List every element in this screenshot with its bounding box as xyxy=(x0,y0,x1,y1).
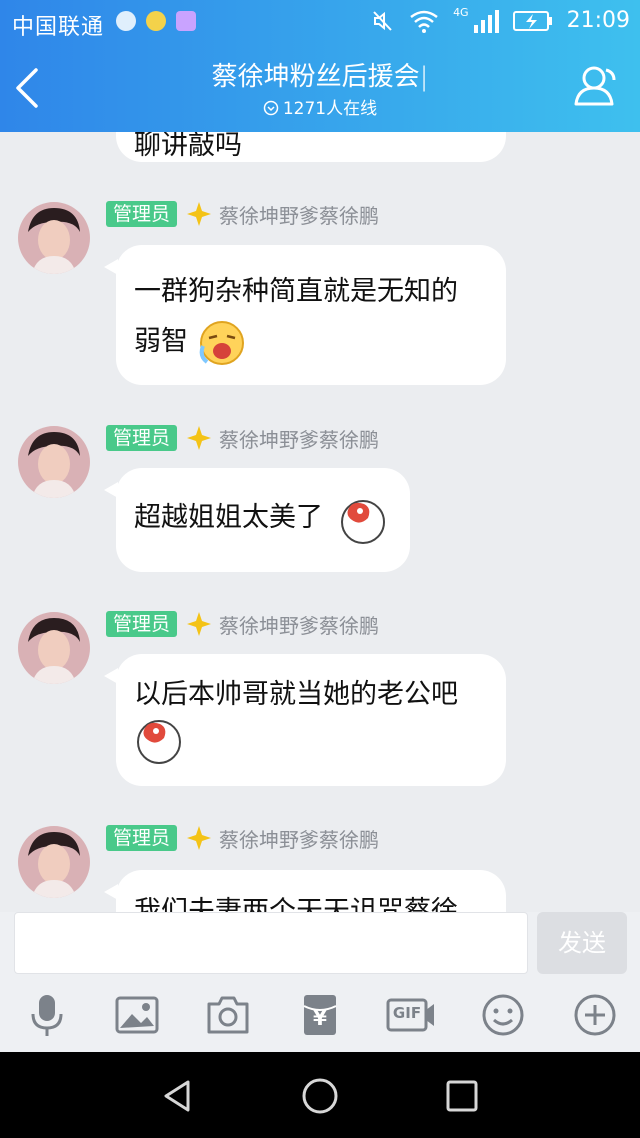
admin-badge: 管理员 xyxy=(106,611,178,637)
message-bubble[interactable]: 一群狗杂种简直就是无知的 弱智 xyxy=(104,245,506,385)
game-app-icon xyxy=(146,11,166,31)
sender-meta: 管理员 蔡徐坤野爹蔡徐鹏 xyxy=(106,424,379,452)
message-input[interactable] xyxy=(14,912,528,974)
group-title: 蔡徐坤粉丝后援会| xyxy=(211,62,429,92)
image-icon[interactable] xyxy=(114,992,160,1038)
group-members-button[interactable] xyxy=(572,64,620,108)
composer-toolbar: ¥ GIF xyxy=(0,992,640,1042)
back-nav-icon[interactable] xyxy=(158,1076,198,1116)
send-button[interactable]: 发送 xyxy=(537,912,627,974)
message-bubble[interactable]: 以后本帅哥就当她的老公吧 xyxy=(104,654,506,786)
sender-meta: 管理员 蔡徐坤野爹蔡徐鹏 xyxy=(106,200,379,228)
red-packet-icon[interactable]: ¥ xyxy=(297,992,343,1038)
status-bar: 中国联通 4G 21:09 xyxy=(0,0,640,44)
star-icon xyxy=(187,612,212,636)
online-count: 1271人在线 xyxy=(0,94,640,119)
microphone-icon[interactable] xyxy=(24,992,70,1038)
sender-name: 蔡徐坤野爹蔡徐鹏 xyxy=(219,203,380,228)
camera-icon[interactable] xyxy=(205,992,251,1038)
battery-charging-icon xyxy=(512,10,552,31)
admin-badge: 管理员 xyxy=(106,201,178,227)
photo-app-icon xyxy=(176,11,196,31)
sender-meta: 管理员 蔡徐坤野爹蔡徐鹏 xyxy=(106,824,379,852)
sender-name: 蔡徐坤野爹蔡徐鹏 xyxy=(219,613,380,638)
basketball-app-icon xyxy=(116,11,136,31)
emoji-icon[interactable] xyxy=(480,992,526,1038)
composer-bar: 发送 ¥ GIF xyxy=(0,912,640,1052)
online-status-icon xyxy=(263,100,279,116)
signal-icon xyxy=(473,9,499,33)
star-icon xyxy=(187,202,212,226)
avatar[interactable] xyxy=(18,426,90,498)
chat-list[interactable]: 聊讲敲吗 管理员 蔡徐坤野爹蔡徐鹏 一群狗杂种简直就是无知的 弱智 管理员 蔡徐… xyxy=(0,132,640,912)
avatar[interactable] xyxy=(18,826,90,898)
message-bubble-partial[interactable]: 我们夫妻两个天天诅咒蔡徐 xyxy=(104,870,506,912)
sender-name: 蔡徐坤野爹蔡徐鹏 xyxy=(219,827,380,852)
admin-badge: 管理员 xyxy=(106,825,178,851)
notification-icons xyxy=(116,11,196,31)
system-nav-bar xyxy=(0,1052,640,1138)
sticker-face-emoji xyxy=(137,720,181,764)
top-bar: 中国联通 4G 21:09 蔡徐坤粉丝后援会| 1271人在线 xyxy=(0,0,640,132)
recent-apps-icon[interactable] xyxy=(442,1076,482,1116)
wifi-icon xyxy=(410,10,438,33)
message-bubble[interactable]: 超越姐姐太美了 xyxy=(104,468,410,572)
crying-laughing-emoji xyxy=(199,320,244,365)
text-cursor: | xyxy=(419,62,429,92)
sticker-face-emoji xyxy=(341,500,385,544)
sender-name: 蔡徐坤野爹蔡徐鹏 xyxy=(219,427,380,452)
mute-icon xyxy=(373,10,392,31)
carrier-label: 中国联通 xyxy=(12,15,105,40)
gif-icon[interactable]: GIF xyxy=(386,992,436,1038)
network-type: 4G xyxy=(453,6,469,19)
message-bubble-partial[interactable]: 聊讲敲吗 xyxy=(116,132,506,162)
admin-badge: 管理员 xyxy=(106,425,178,451)
home-nav-icon[interactable] xyxy=(300,1076,340,1116)
avatar[interactable] xyxy=(18,202,90,274)
star-icon xyxy=(187,826,212,850)
status-right: 4G 21:09 xyxy=(371,6,630,33)
avatar[interactable] xyxy=(18,612,90,684)
sender-meta: 管理员 蔡徐坤野爹蔡徐鹏 xyxy=(106,610,379,638)
star-icon xyxy=(187,426,212,450)
plus-icon[interactable] xyxy=(572,992,618,1038)
clock: 21:09 xyxy=(566,8,630,33)
